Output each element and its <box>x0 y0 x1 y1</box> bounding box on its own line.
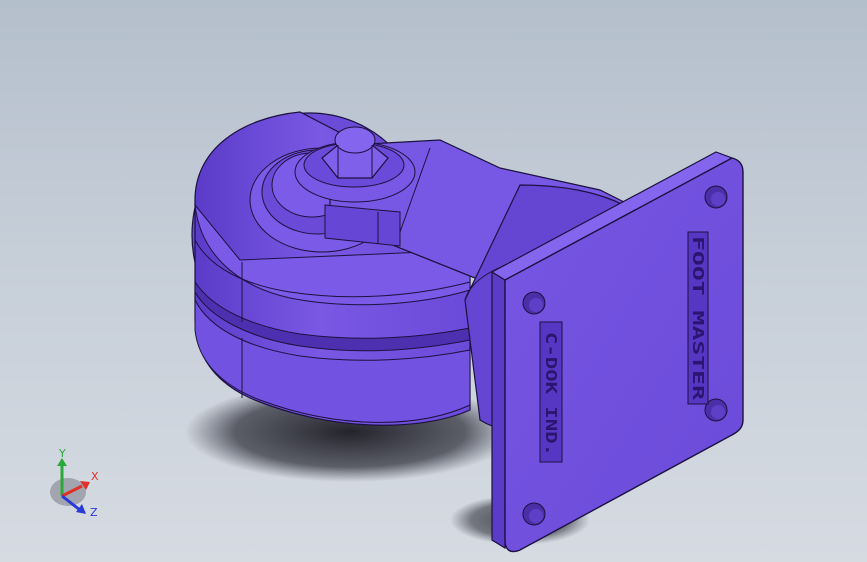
brand-text-c-dok: C-DOK IND. <box>542 332 560 456</box>
triad-label-z: Z <box>90 506 98 519</box>
triad-label-y: Y <box>58 447 66 460</box>
brand-text-foot-master: FOOT MASTER <box>689 236 707 402</box>
caster-wheel-model[interactable]: FOOT MASTER C-DOK IND. <box>0 0 867 562</box>
mounting-hole <box>522 291 546 315</box>
triad-label-x: X <box>91 470 99 483</box>
3d-graphics-viewport[interactable]: FOOT MASTER C-DOK IND. Y X Z <box>0 0 867 562</box>
mounting-hole <box>522 502 546 526</box>
coordinate-triad: Y X Z <box>50 447 99 519</box>
mounting-hole <box>704 185 728 209</box>
